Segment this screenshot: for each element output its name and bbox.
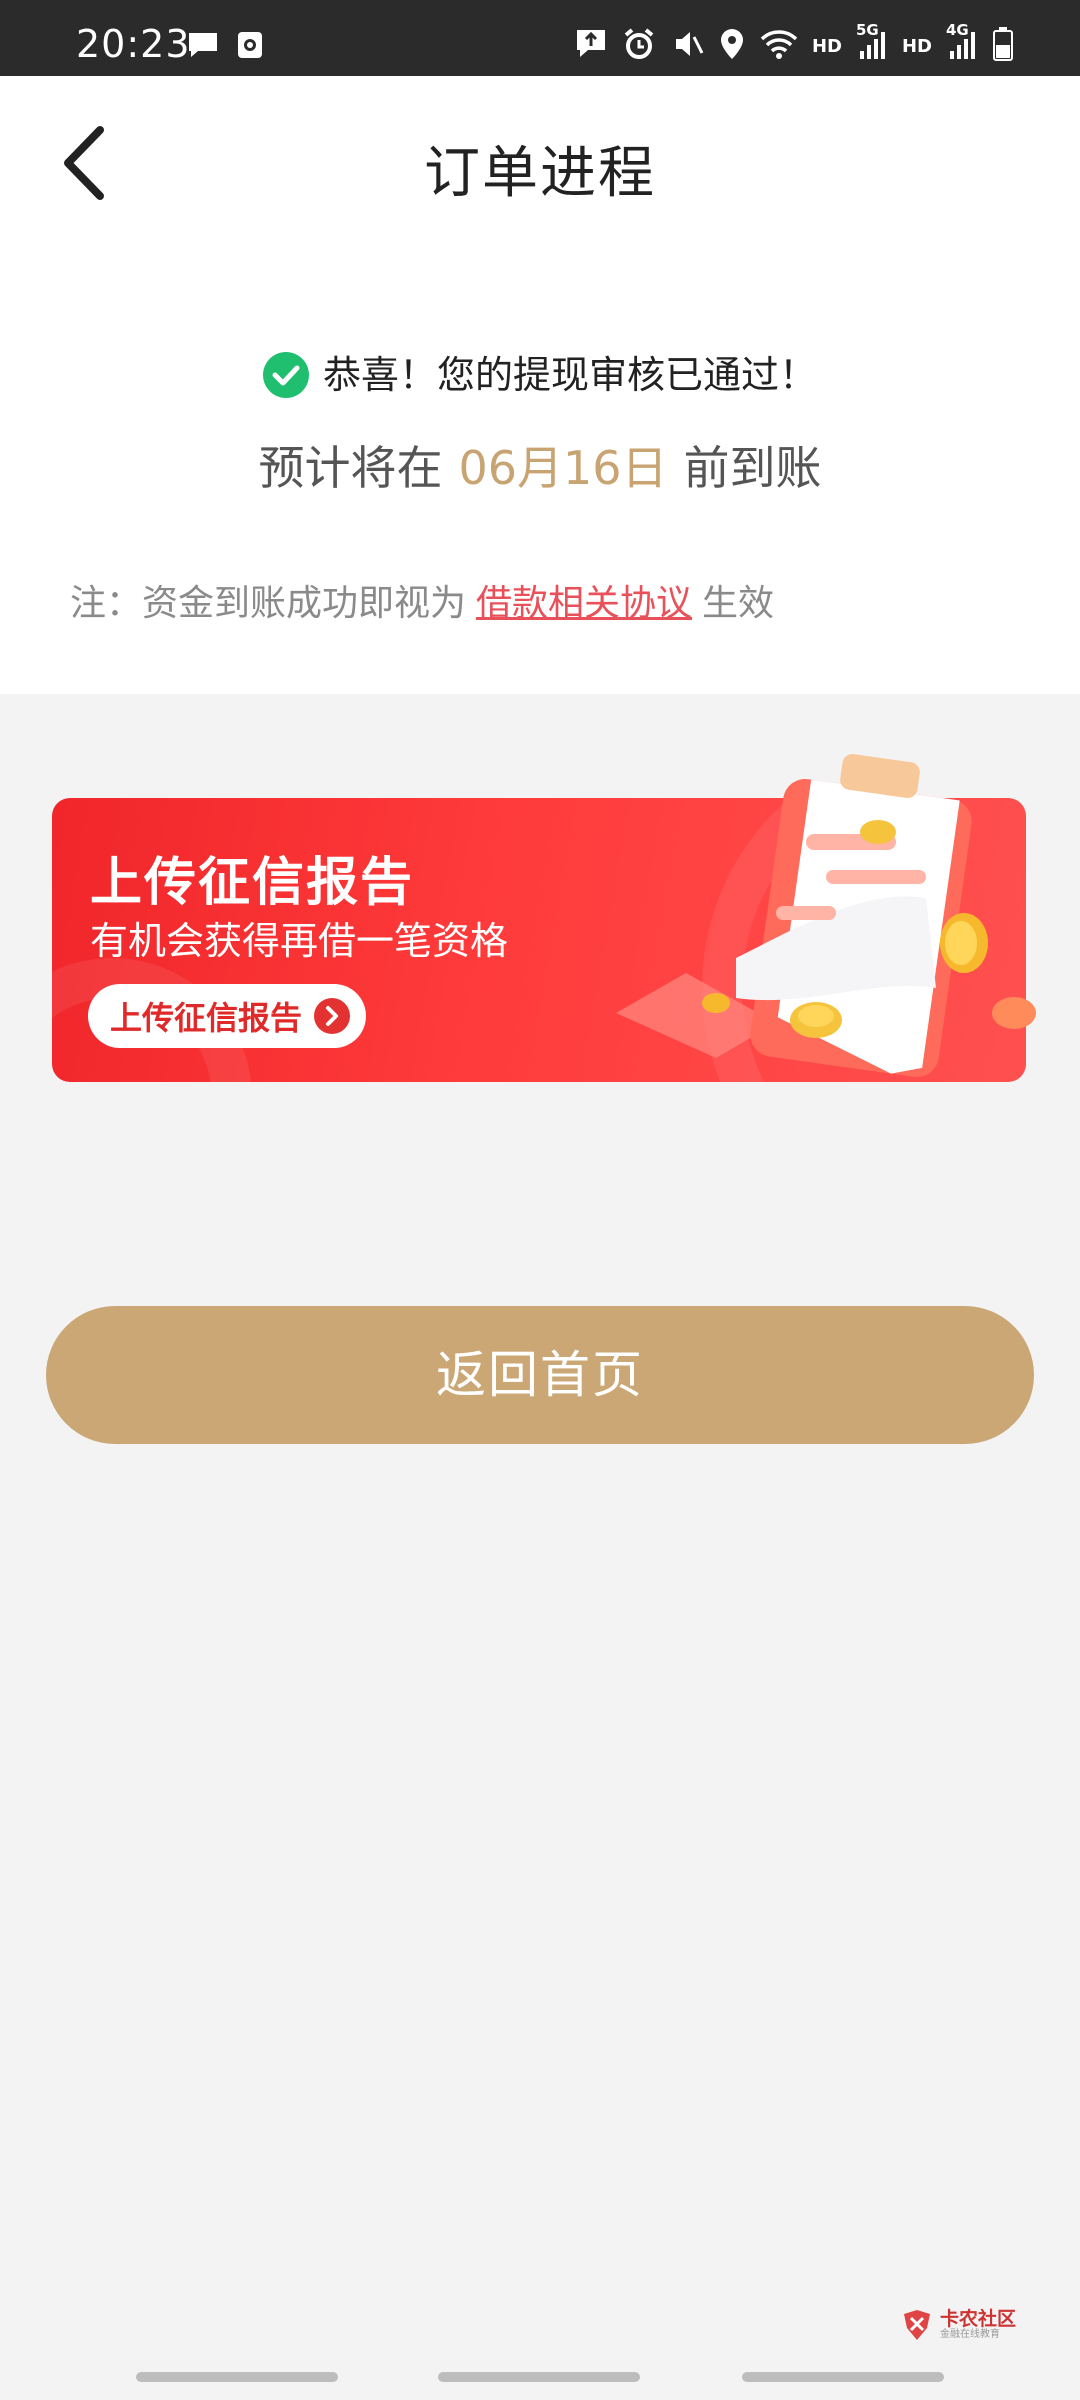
net-label-2: 4G: [946, 21, 969, 39]
watermark-main: 卡农社区: [940, 2308, 1017, 2330]
vibrate-icon: [670, 27, 704, 65]
arrow-right-circle-icon: [314, 998, 351, 1034]
estimate-suffix: 前到账: [683, 441, 822, 495]
loan-agreement-link[interactable]: 借款相关协议: [476, 583, 692, 624]
hd-label-2: HD: [901, 35, 932, 57]
battery-icon: [992, 26, 1014, 66]
status-right-icons: HD 5G HD 4G: [574, 21, 1014, 66]
estimate-date: 06月16日: [458, 441, 668, 495]
upload-notification-icon: [574, 27, 608, 65]
return-home-button[interactable]: 返回首页: [46, 1306, 1034, 1444]
signal-4g-icon: 4G: [946, 21, 978, 65]
arrival-estimate: 预计将在 06月16日 前到账: [0, 432, 1080, 498]
wifi-icon: [760, 28, 798, 64]
upload-credit-report-banner[interactable]: 上传征信报告 有机会获得再借一笔资格 上传征信报告: [52, 754, 1036, 1082]
nav-hint-right[interactable]: [742, 2372, 944, 2382]
watermark: 卡农社区 金融在线教育: [900, 2308, 1016, 2342]
hd-label-1: HD: [811, 35, 842, 57]
check-circle-icon: [262, 352, 309, 398]
net-label-1: 5G: [855, 21, 879, 39]
note-prefix: 注：资金到账成功即视为: [70, 583, 467, 624]
watermark-sub: 金融在线教育: [940, 2329, 1000, 2340]
clipboard-coins-illustration: [616, 748, 1036, 1108]
status-left-icons: [186, 30, 264, 64]
upload-credit-report-button[interactable]: 上传征信报告: [88, 984, 367, 1048]
nav-hint-center[interactable]: [438, 2372, 640, 2382]
location-icon: [718, 27, 746, 65]
camera-notification-icon: [236, 30, 264, 64]
order-status-section: 恭喜！您的提现审核已通过！ 预计将在 06月16日 前到账 注：资金到账成功即视为借…: [0, 246, 1080, 694]
message-icon: [186, 30, 220, 64]
agreement-note: 注：资金到账成功即视为 借款相关协议 生效: [70, 574, 774, 626]
approval-text: 恭喜！您的提现审核已通过！: [322, 353, 817, 397]
estimate-prefix: 预计将在: [258, 441, 443, 495]
banner-title: 上传征信报告: [90, 853, 415, 913]
status-bar: 20:23 HD 5G HD 4G: [0, 0, 1080, 76]
note-suffix: 生效: [702, 583, 775, 624]
banner-subtitle: 有机会获得再借一笔资格: [90, 919, 509, 963]
app-header: 订单进程: [0, 76, 1080, 246]
nav-hint-left[interactable]: [136, 2372, 338, 2382]
approval-message: 恭喜！您的提现审核已通过！: [0, 344, 1080, 399]
watermark-logo-icon: [900, 2308, 934, 2342]
status-time: 20:23: [76, 22, 191, 66]
alarm-icon: [622, 27, 656, 65]
watermark-text: 卡农社区 金融在线教育: [940, 2309, 1016, 2341]
signal-5g-icon: 5G: [856, 21, 888, 65]
screen: 20:23 HD 5G HD 4G 订单进程 恭喜！您的提现审核已通过！ 预计将…: [0, 0, 1080, 2400]
upload-button-label: 上传征信报告: [110, 999, 303, 1037]
page-title: 订单进程: [424, 141, 656, 206]
